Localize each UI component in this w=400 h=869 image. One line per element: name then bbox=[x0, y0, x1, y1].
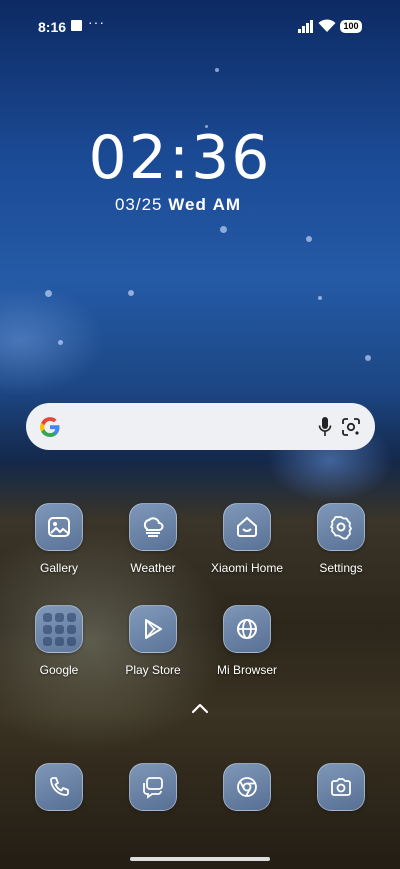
app-drawer-chevron-icon[interactable] bbox=[191, 702, 209, 714]
app-label: Mi Browser bbox=[216, 663, 277, 677]
message-icon bbox=[129, 763, 177, 811]
bokeh-particle bbox=[58, 340, 63, 345]
camera-icon bbox=[317, 763, 365, 811]
bokeh-particle bbox=[45, 290, 52, 297]
weather-icon bbox=[129, 503, 177, 551]
app-label: Settings bbox=[319, 561, 363, 575]
bokeh-particle bbox=[220, 226, 227, 233]
dock-camera[interactable] bbox=[291, 763, 391, 811]
app-label: Xiaomi Home bbox=[210, 561, 284, 575]
battery-icon: 100 bbox=[340, 20, 362, 33]
notification-square-icon bbox=[71, 20, 82, 31]
bokeh-particle bbox=[215, 68, 219, 72]
date-text: 03/25 bbox=[114, 195, 163, 214]
phone-icon bbox=[35, 763, 83, 811]
google-search-bar[interactable] bbox=[26, 403, 375, 450]
app-play-store[interactable]: Play Store bbox=[103, 605, 203, 677]
bokeh-particle bbox=[318, 296, 322, 300]
bokeh-particle bbox=[306, 236, 312, 242]
app-label: Weather bbox=[130, 561, 176, 575]
voice-search-icon[interactable] bbox=[318, 416, 332, 438]
bokeh-particle bbox=[128, 290, 134, 296]
google-logo-icon bbox=[40, 417, 60, 438]
app-label: Gallery bbox=[39, 561, 78, 575]
play-store-icon bbox=[129, 605, 177, 653]
home-clock[interactable]: 02:36 bbox=[0, 123, 360, 193]
dock-phone[interactable] bbox=[9, 763, 109, 811]
status-bar: 8:16 ··· 100 bbox=[0, 0, 400, 56]
app-weather[interactable]: Weather bbox=[103, 503, 203, 575]
home-gesture-bar[interactable] bbox=[130, 857, 270, 861]
app-mi-browser[interactable]: Mi Browser bbox=[197, 605, 297, 677]
folder-icon bbox=[35, 605, 83, 653]
dock-chrome[interactable] bbox=[197, 763, 297, 811]
weekday-text: Wed bbox=[168, 195, 207, 214]
folder-preview-grid bbox=[42, 612, 76, 646]
home-icon bbox=[223, 503, 271, 551]
bokeh-particle bbox=[365, 355, 371, 361]
app-label: Play Store bbox=[125, 663, 181, 677]
home-date[interactable]: 03/25 Wed AM bbox=[0, 195, 356, 215]
app-xiaomi-home[interactable]: Xiaomi Home bbox=[197, 503, 297, 575]
more-notifications-icon: ··· bbox=[88, 14, 105, 30]
gear-icon bbox=[317, 503, 365, 551]
app-gallery[interactable]: Gallery bbox=[9, 503, 109, 575]
wifi-icon bbox=[318, 19, 336, 32]
signal-icon bbox=[298, 20, 313, 33]
app-settings[interactable]: Settings bbox=[291, 503, 391, 575]
period-text: AM bbox=[212, 195, 242, 214]
status-time: 8:16 bbox=[38, 19, 67, 35]
dock-messages[interactable] bbox=[103, 763, 203, 811]
globe-icon bbox=[223, 605, 271, 653]
app-google-folder[interactable]: Google bbox=[9, 605, 109, 677]
chrome-icon bbox=[223, 763, 271, 811]
gallery-icon bbox=[35, 503, 83, 551]
google-lens-icon[interactable] bbox=[340, 416, 362, 438]
app-label: Google bbox=[39, 663, 79, 677]
